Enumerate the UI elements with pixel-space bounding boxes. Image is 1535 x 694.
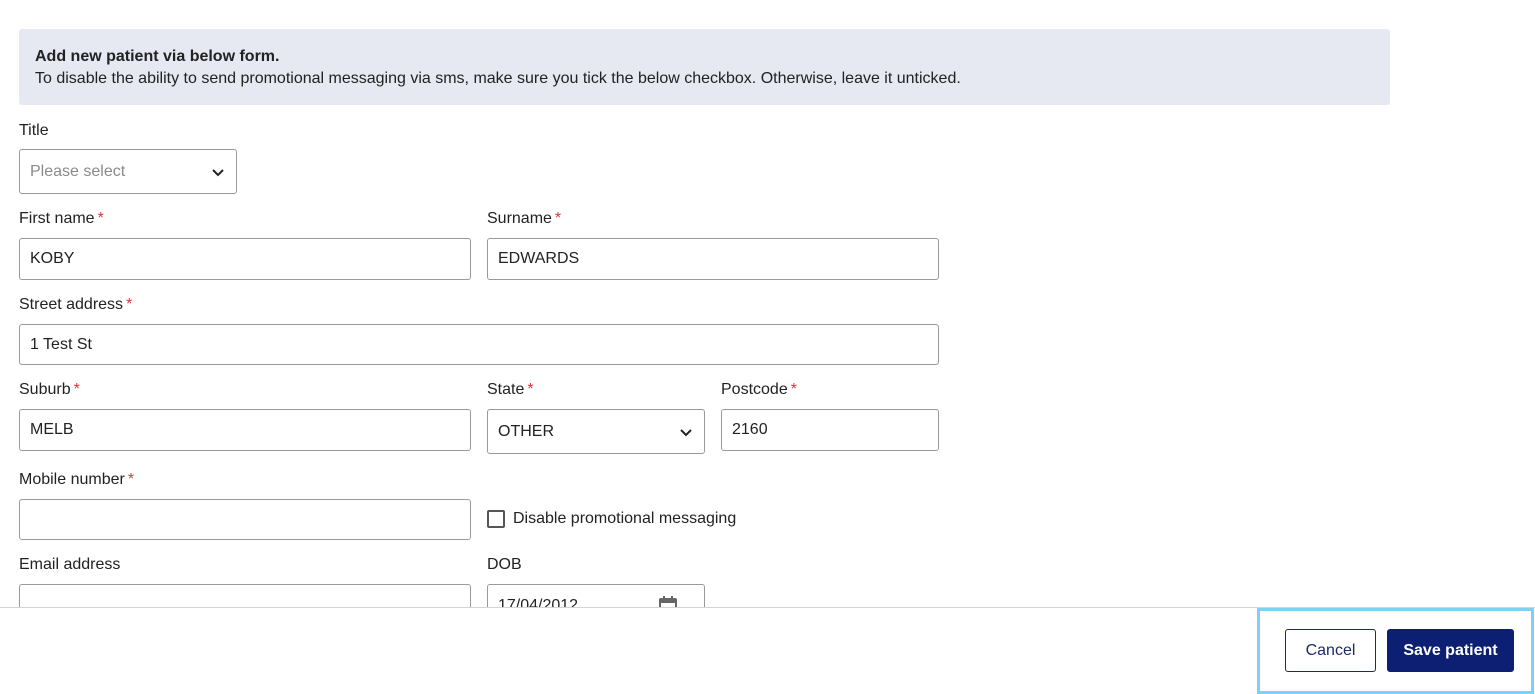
disable-promo-label: Disable promotional messaging: [513, 510, 737, 527]
suburb-label: Suburb *: [19, 381, 80, 398]
state-select[interactable]: OTHER: [487, 409, 705, 454]
footer-actions: Cancel Save patient: [1257, 608, 1534, 694]
disable-promo-checkbox-row[interactable]: Disable promotional messaging: [487, 510, 736, 528]
save-patient-button[interactable]: Save patient: [1387, 629, 1514, 672]
disable-promo-checkbox[interactable]: [487, 510, 505, 528]
mobile-number-input[interactable]: [19, 499, 471, 540]
dob-value: 17/04/2012: [498, 597, 579, 607]
required-marker: *: [790, 381, 797, 398]
surname-label: Surname *: [487, 210, 562, 227]
calendar-icon[interactable]: [658, 595, 678, 607]
email-address-input[interactable]: [19, 584, 471, 607]
required-marker: *: [97, 210, 104, 227]
banner-title: Add new patient via below form.: [35, 48, 280, 65]
chevron-down-icon: [680, 428, 692, 436]
dob-input[interactable]: 17/04/2012: [487, 584, 705, 607]
required-marker: *: [127, 471, 135, 488]
suburb-input[interactable]: [19, 409, 471, 451]
first-name-input[interactable]: [19, 238, 471, 280]
required-marker: *: [126, 296, 133, 313]
banner-text: To disable the ability to send promotion…: [35, 70, 961, 87]
title-label: Title: [19, 122, 49, 139]
street-address-label: Street address *: [19, 296, 133, 313]
email-address-label: Email address: [19, 556, 121, 573]
mobile-number-label: Mobile number *: [19, 471, 135, 488]
postcode-label: Postcode *: [721, 381, 797, 398]
form-footer: Cancel Save patient: [0, 607, 1535, 694]
required-marker: *: [554, 210, 562, 227]
state-select-value: OTHER: [498, 422, 554, 440]
chevron-down-icon: [212, 168, 224, 176]
title-select[interactable]: Please select: [19, 149, 237, 194]
state-label: State *: [487, 381, 534, 398]
surname-input[interactable]: [487, 238, 939, 280]
title-select-placeholder: Please select: [30, 162, 126, 180]
cancel-button[interactable]: Cancel: [1285, 629, 1376, 672]
postcode-input[interactable]: [721, 409, 939, 451]
required-marker: *: [527, 381, 534, 398]
required-marker: *: [73, 381, 80, 398]
dob-label: DOB: [487, 556, 522, 573]
first-name-label: First name *: [19, 210, 104, 227]
street-address-input[interactable]: [19, 324, 939, 365]
form-scroll-area[interactable]: Add new patient via below form. To disab…: [0, 0, 1535, 607]
info-banner: Add new patient via below form. To disab…: [19, 29, 1390, 105]
